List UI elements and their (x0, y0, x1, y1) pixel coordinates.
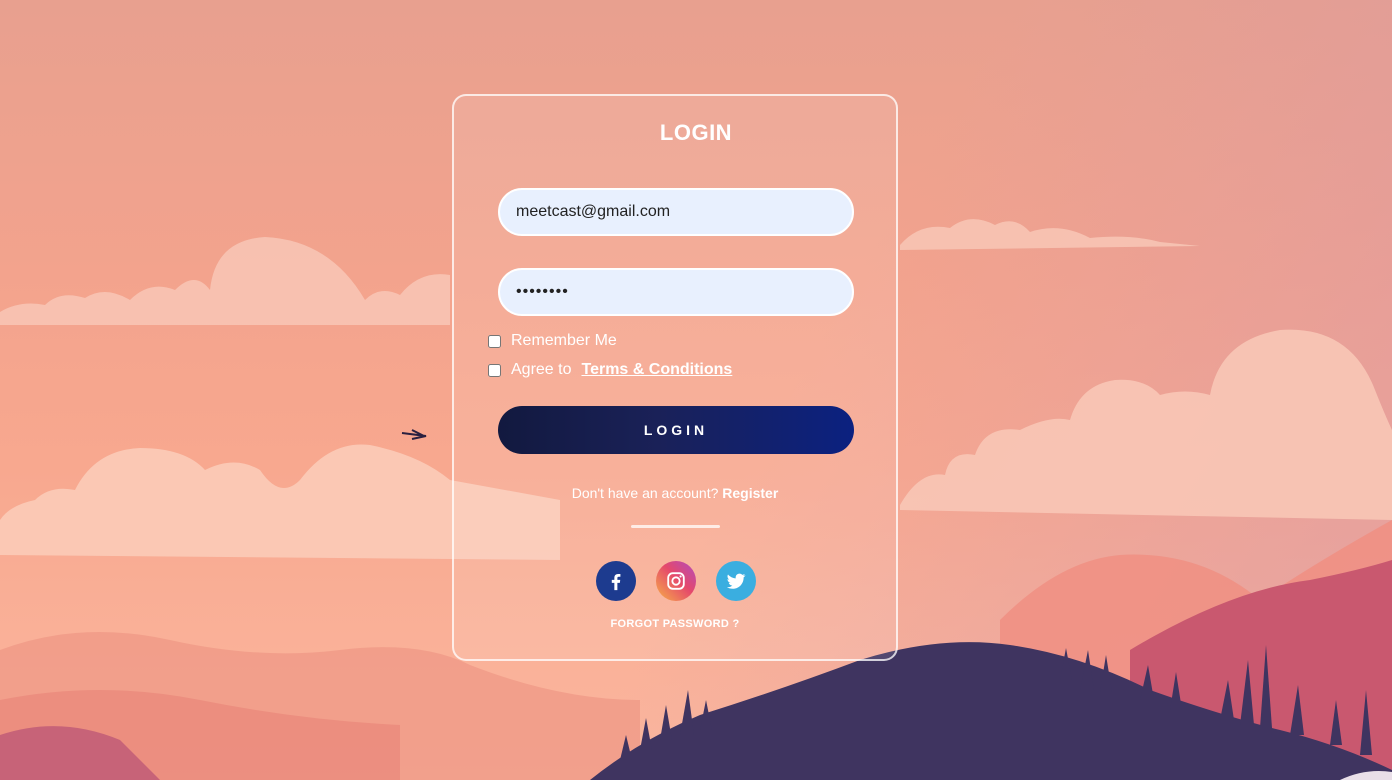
login-title: LOGIN (659, 120, 733, 145)
facebook-glyph (611, 573, 621, 591)
remember-me-label: Remember Me (511, 332, 617, 349)
agree-terms-row: Agree to Terms & Conditions (488, 360, 732, 380)
terms-link[interactable]: Terms & Conditions (581, 361, 732, 379)
remember-me-row: Remember Me (488, 331, 617, 351)
login-button[interactable]: LOGIN (498, 406, 854, 454)
no-account-text: Don't have an account? (571, 485, 719, 501)
password-input[interactable] (498, 268, 854, 316)
remember-me-checkbox[interactable] (488, 334, 501, 348)
agree-label: Agree to (511, 361, 572, 378)
register-prompt: Don't have an account? Register (452, 485, 898, 501)
divider (631, 525, 720, 528)
twitter-icon[interactable] (716, 561, 756, 601)
agree-terms-checkbox[interactable] (488, 363, 501, 377)
register-link[interactable]: Register (722, 485, 778, 501)
twitter-glyph (726, 573, 746, 589)
instagram-icon[interactable] (656, 561, 696, 601)
facebook-icon[interactable] (596, 561, 636, 601)
forgot-password-link[interactable]: FORGOT PASSWORD ? (452, 618, 898, 630)
email-input[interactable] (498, 188, 854, 236)
instagram-glyph (667, 572, 685, 590)
